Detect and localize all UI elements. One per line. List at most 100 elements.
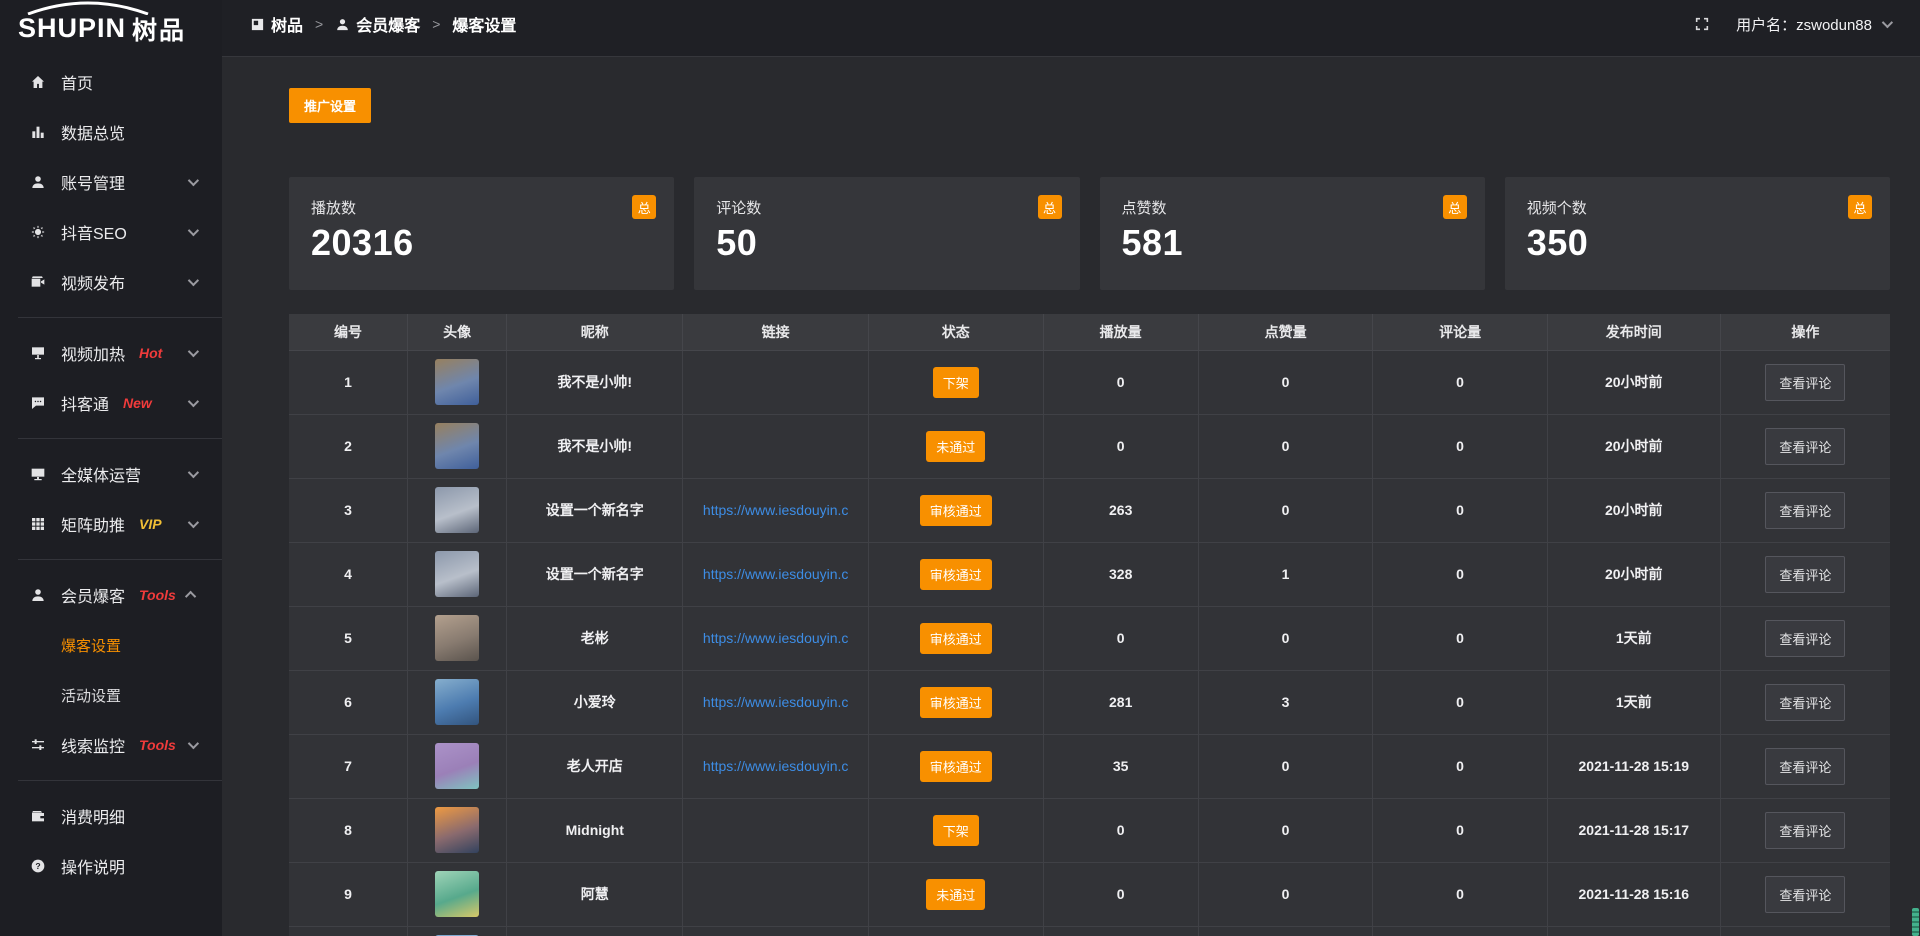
avatar xyxy=(435,423,479,469)
nickname: 我不是小帅! xyxy=(507,414,683,478)
plays-count: 0 xyxy=(1043,862,1198,926)
table-header-row: 编号头像昵称链接状态播放量点赞量评论量发布时间操作 xyxy=(289,314,1890,350)
sidebar-item-3[interactable]: 抖音SEO xyxy=(0,207,222,257)
plays-count: 328 xyxy=(1043,542,1198,606)
chevron-down-icon xyxy=(188,517,199,528)
likes-count: 0 xyxy=(1198,414,1373,478)
plays-count: 263 xyxy=(1043,478,1198,542)
nickname: 老彬 xyxy=(507,606,683,670)
chevron-down-icon xyxy=(188,225,199,236)
stat-card-0: 播放数 20316 总 xyxy=(289,177,674,290)
promo-settings-button[interactable]: 推广设置 xyxy=(289,88,371,123)
sidebar-item-7[interactable]: 抖客通 New xyxy=(0,378,222,428)
sidebar-divider xyxy=(18,559,222,560)
stat-value: 50 xyxy=(716,222,1057,264)
sidebar-item-1[interactable]: 数据总览 xyxy=(0,107,222,157)
sidebar-item-18[interactable]: ?操作说明 xyxy=(0,841,222,891)
sidebar-item-17[interactable]: 消费明细 xyxy=(0,791,222,841)
table-row: 7 老人开店 https://www.iesdouyin.c 审核通过 35 0… xyxy=(289,734,1890,798)
view-comments-button[interactable]: 查看评论 xyxy=(1765,876,1845,913)
avatar xyxy=(435,487,479,533)
app-logo: SHUPIN 树品 xyxy=(0,0,222,57)
member-icon xyxy=(30,587,46,603)
row-id: 9 xyxy=(289,862,407,926)
chart-icon xyxy=(30,124,46,140)
sidebar: SHUPIN 树品 首页 数据总览 账号管理 抖音SEO 视频发布 视频加热Ho… xyxy=(0,0,222,936)
video-link[interactable]: https://www.iesdouyin.c xyxy=(703,630,849,646)
user-icon xyxy=(30,174,46,190)
breadcrumb-item-home[interactable]: 树品 xyxy=(250,12,303,36)
video-link[interactable]: https://www.iesdouyin.c xyxy=(703,758,849,774)
nickname xyxy=(507,926,683,936)
nickname: 小爱玲 xyxy=(507,670,683,734)
sidebar-item-4[interactable]: 视频发布 xyxy=(0,257,222,307)
sidebar-item-10[interactable]: 矩阵助推VIP xyxy=(0,499,222,549)
monitor-icon xyxy=(30,466,46,482)
chevron-down-icon xyxy=(188,175,199,186)
breadcrumb-item-current: 爆客设置 xyxy=(452,12,516,36)
comments-count: 0 xyxy=(1373,542,1548,606)
sidebar-item-9[interactable]: 全媒体运营 xyxy=(0,449,222,499)
fullscreen-icon[interactable] xyxy=(1694,16,1710,32)
comments-count: 0 xyxy=(1373,478,1548,542)
nickname: Midnight xyxy=(507,798,683,862)
publish-time: 20小时前 xyxy=(1547,414,1720,478)
stat-label: 播放数 xyxy=(311,197,652,218)
page-scrollbar-thumb[interactable] xyxy=(1912,908,1919,936)
sidebar-item-14[interactable]: 活动设置 xyxy=(0,670,222,720)
sidebar-item-13[interactable]: 爆客设置 xyxy=(0,620,222,670)
sidebar-divider xyxy=(18,438,222,439)
view-comments-button[interactable]: 查看评论 xyxy=(1765,364,1845,401)
row-id xyxy=(289,926,407,936)
sidebar-item-6[interactable]: 视频加热Hot xyxy=(0,328,222,378)
likes-count: 0 xyxy=(1198,734,1373,798)
view-comments-button[interactable]: 查看评论 xyxy=(1765,748,1845,785)
nickname: 设置一个新名字 xyxy=(507,478,683,542)
avatar xyxy=(435,871,479,917)
column-header-9: 操作 xyxy=(1720,314,1890,350)
videos-table: 编号头像昵称链接状态播放量点赞量评论量发布时间操作 1 我不是小帅! 下架 0 … xyxy=(289,314,1890,936)
publish-time: 2021-11-28 15:19 xyxy=(1547,734,1720,798)
menu-badge: Hot xyxy=(139,345,162,361)
stat-value: 350 xyxy=(1527,222,1868,264)
status-badge: 下架 xyxy=(933,367,979,398)
nickname: 阿慧 xyxy=(507,862,683,926)
sidebar-item-2[interactable]: 账号管理 xyxy=(0,157,222,207)
view-comments-button[interactable]: 查看评论 xyxy=(1765,556,1845,593)
breadcrumb-item-section[interactable]: 会员爆客 xyxy=(335,12,420,36)
sidebar-item-label: 抖客通 xyxy=(61,391,109,415)
view-comments-button[interactable]: 查看评论 xyxy=(1765,428,1845,465)
sidebar-item-label: 数据总览 xyxy=(61,120,125,144)
likes-count: 0 xyxy=(1198,798,1373,862)
sidebar-item-12[interactable]: 会员爆客Tools xyxy=(0,570,222,620)
user-icon xyxy=(335,17,350,32)
nickname: 设置一个新名字 xyxy=(507,542,683,606)
view-comments-button[interactable]: 查看评论 xyxy=(1765,812,1845,849)
menu-badge: New xyxy=(123,395,152,411)
row-id: 7 xyxy=(289,734,407,798)
user-menu[interactable]: 用户名：zswodun88 xyxy=(1736,14,1890,35)
row-id: 4 xyxy=(289,542,407,606)
table-row: 9 阿慧 未通过 0 0 0 2021-11-28 15:16 查看评论 xyxy=(289,862,1890,926)
view-comments-button[interactable]: 查看评论 xyxy=(1765,620,1845,657)
view-comments-button[interactable]: 查看评论 xyxy=(1765,684,1845,721)
screen-icon xyxy=(30,345,46,361)
avatar xyxy=(435,551,479,597)
sidebar-item-0[interactable]: 首页 xyxy=(0,57,222,107)
publish-time: 20小时前 xyxy=(1547,542,1720,606)
sidebar-item-15[interactable]: 线索监控Tools xyxy=(0,720,222,770)
status-badge: 审核通过 xyxy=(920,751,992,782)
column-header-0: 编号 xyxy=(289,314,407,350)
gear-icon xyxy=(30,224,46,240)
plays-count: 0 xyxy=(1043,350,1198,414)
nickname: 我不是小帅! xyxy=(507,350,683,414)
view-comments-button[interactable]: 查看评论 xyxy=(1765,492,1845,529)
publish-time: 2021-11-28 15:17 xyxy=(1547,798,1720,862)
video-link[interactable]: https://www.iesdouyin.c xyxy=(703,566,849,582)
status-badge: 未通过 xyxy=(926,431,985,462)
comments-count: 0 xyxy=(1373,414,1548,478)
video-link[interactable]: https://www.iesdouyin.c xyxy=(703,502,849,518)
logo-arc xyxy=(24,1,152,15)
total-badge: 总 xyxy=(1038,195,1062,219)
video-link[interactable]: https://www.iesdouyin.c xyxy=(703,694,849,710)
